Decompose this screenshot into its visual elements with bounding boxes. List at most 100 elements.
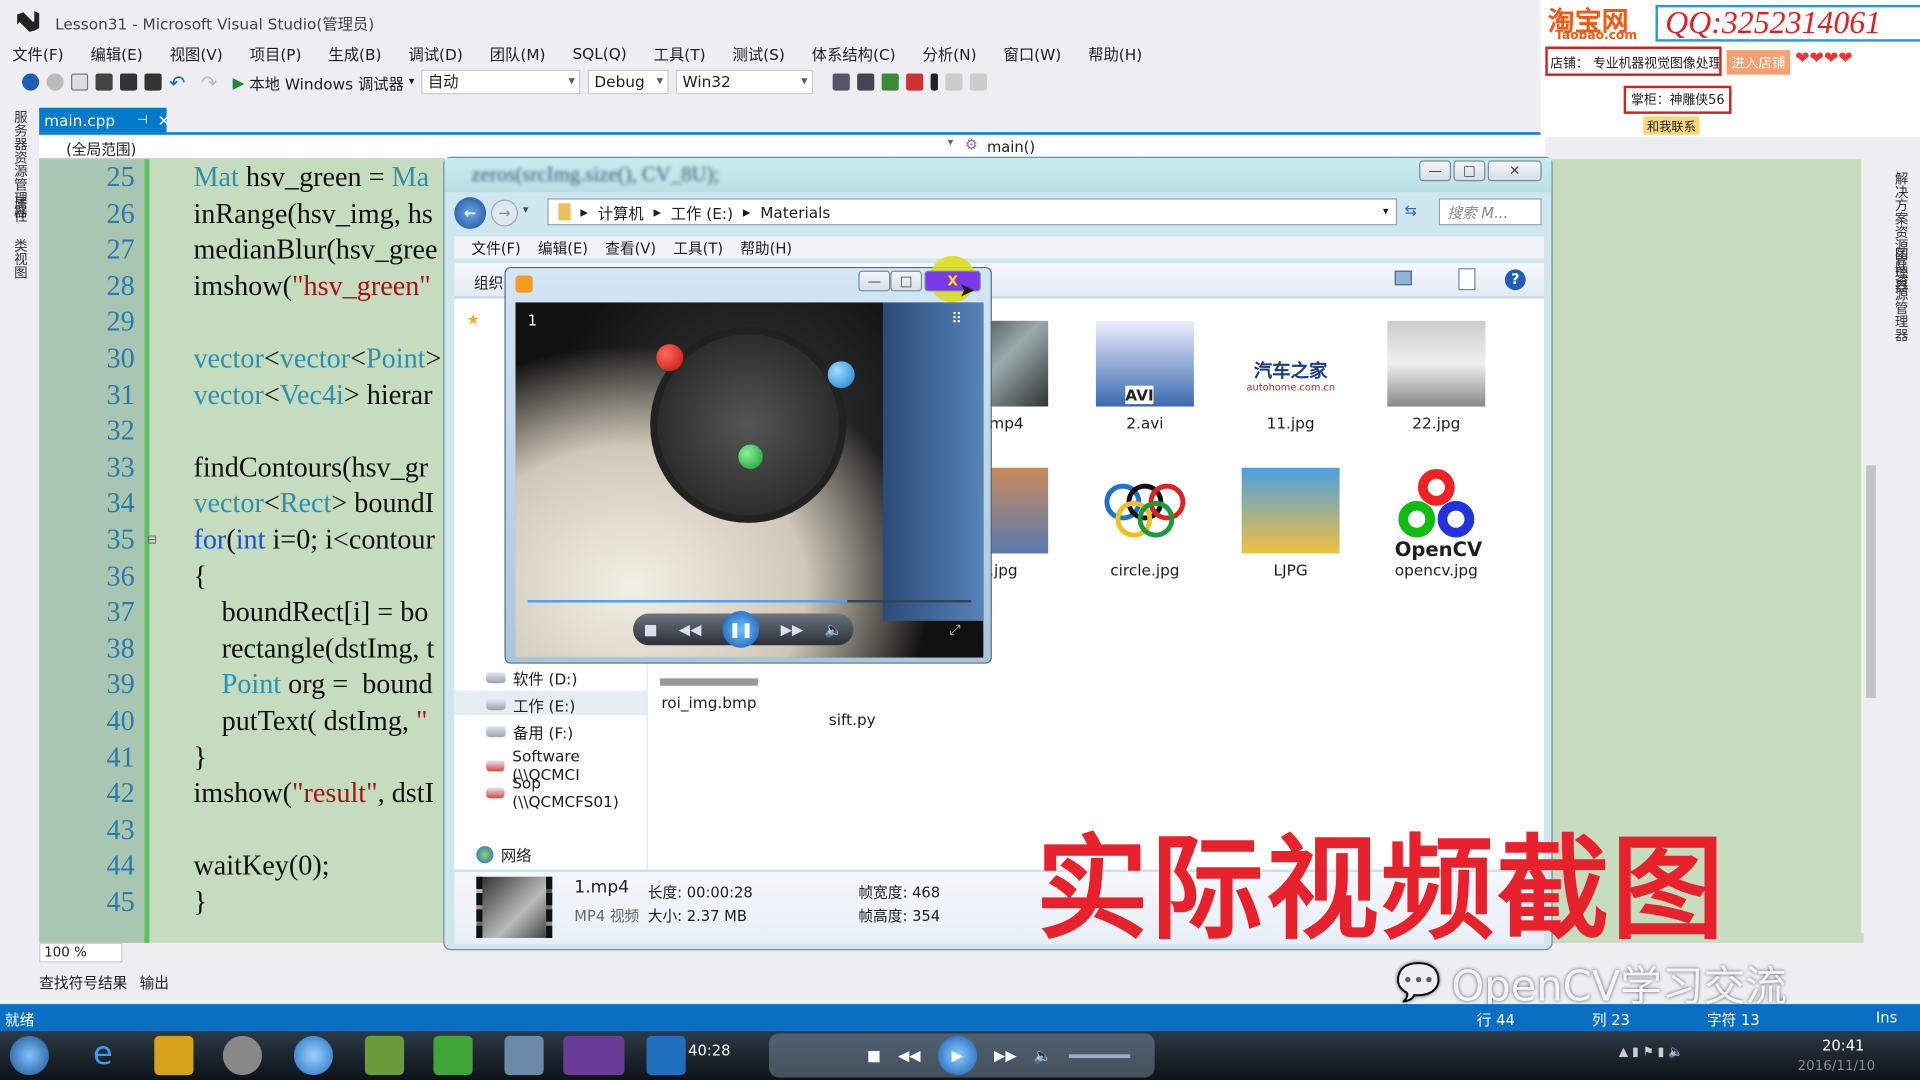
- breadcrumb-arrow-icon[interactable]: ▶: [653, 206, 661, 217]
- clock[interactable]: 20:41: [1822, 1037, 1864, 1054]
- file-item[interactable]: circle.jpg: [1084, 467, 1206, 579]
- code-line[interactable]: for(int i=0; i<contour: [193, 524, 434, 556]
- file-item[interactable]: OpenCV opencv.jpg: [1375, 467, 1497, 579]
- outlook-icon[interactable]: [646, 1035, 686, 1076]
- switch-view-icon[interactable]: ⠿: [951, 310, 962, 327]
- snipping-tool-icon[interactable]: [222, 1035, 263, 1076]
- address-dropdown-icon[interactable]: ▾: [1383, 206, 1389, 218]
- stop-icon[interactable]: ■: [867, 1047, 881, 1064]
- nav-item-drive[interactable]: Sop (\\QCMCFS01): [486, 774, 646, 811]
- bottom-tabs: 查找符号结果 输出: [39, 972, 169, 993]
- code-line[interactable]: imshow("hsv_green": [193, 270, 430, 302]
- search-input[interactable]: 搜索 M...: [1438, 198, 1542, 226]
- code-line[interactable]: waitKey(0);: [193, 850, 329, 882]
- seek-bar[interactable]: [527, 600, 972, 603]
- address-bar[interactable]: ▶ 计算机 ▶ 工作 (E:) ▶ Materials ▾: [547, 198, 1398, 226]
- editor-icon[interactable]: [364, 1035, 405, 1076]
- code-line[interactable]: boundRect[i] = bo: [193, 597, 429, 629]
- code-line[interactable]: }: [193, 887, 207, 919]
- python-icon[interactable]: [504, 1035, 544, 1076]
- code-line[interactable]: }: [193, 742, 207, 774]
- tray-icons[interactable]: ▲ ▮ ⚑ ▮ 🔈: [1619, 1046, 1684, 1059]
- nav-item-drive[interactable]: 软件 (D:): [486, 666, 577, 689]
- video-frame: 1 ⠿ ■ ◀◀ ❚❚ ▶▶ 🔈 ⤢: [515, 302, 984, 658]
- code-line[interactable]: inRange(hsv_img, hs: [193, 198, 432, 230]
- tab-output[interactable]: 输出: [140, 972, 169, 993]
- code-line[interactable]: putText( dstImg, ": [193, 705, 428, 737]
- file-item[interactable]: LJPG: [1229, 467, 1351, 579]
- date[interactable]: 2016/11/10: [1798, 1058, 1876, 1074]
- play-button[interactable]: ▶: [937, 1035, 977, 1076]
- file-item[interactable]: 22.jpg: [1375, 320, 1497, 432]
- code-token: Ma: [391, 161, 430, 193]
- volume-slider[interactable]: [1069, 1053, 1131, 1058]
- zoom-combo[interactable]: 100 %: [39, 942, 123, 963]
- explorer-menu-item[interactable]: 帮助(H): [740, 237, 792, 258]
- editor-scrollbar[interactable]: [1866, 465, 1876, 698]
- history-dropdown-icon[interactable]: ▾: [523, 204, 529, 216]
- fast-forward-icon[interactable]: ▶▶: [781, 621, 804, 638]
- breadcrumb-item[interactable]: 计算机: [598, 200, 644, 223]
- minimize-button[interactable]: —: [1419, 160, 1452, 182]
- file-item[interactable]: 汽车之家 autohome.com.cn 11.jpg: [1229, 320, 1351, 432]
- code-line[interactable]: rectangle(dstImg, t: [193, 633, 435, 665]
- maximize-button[interactable]: □: [1453, 160, 1486, 182]
- track-number: 1: [527, 312, 538, 330]
- code-line[interactable]: vector<Rect> boundI: [193, 488, 434, 520]
- previous-icon[interactable]: ◀◀: [898, 1047, 921, 1064]
- player-maximize-button[interactable]: □: [890, 270, 923, 292]
- code-line[interactable]: vector<Vec4i> hierar: [193, 379, 432, 411]
- explorer-menu-item[interactable]: 查看(V): [605, 237, 656, 258]
- favorites-star-icon[interactable]: ★: [467, 311, 480, 328]
- explorer-menu-item[interactable]: 文件(F): [471, 237, 520, 258]
- volume-icon[interactable]: 🔈: [1034, 1047, 1052, 1064]
- close-button[interactable]: ✕: [1487, 160, 1542, 182]
- breadcrumb-item[interactable]: Materials: [760, 203, 830, 221]
- pause-button[interactable]: ❚❚: [722, 611, 760, 648]
- caption-overlay: 实际视频截图: [1035, 824, 1727, 956]
- next-icon[interactable]: ▶▶: [994, 1047, 1017, 1064]
- breadcrumb-arrow-icon[interactable]: ▶: [743, 206, 751, 217]
- app-icon[interactable]: [154, 1035, 194, 1076]
- back-button[interactable]: ←: [454, 197, 487, 229]
- view-options-icon[interactable]: [1394, 270, 1412, 286]
- collapse-icon[interactable]: ⊟: [147, 534, 157, 547]
- help-icon[interactable]: ?: [1504, 269, 1526, 291]
- explorer-menu-item[interactable]: 工具(T): [673, 237, 723, 258]
- code-token: vector: [279, 342, 351, 374]
- refresh-icon[interactable]: ⇆: [1404, 202, 1416, 219]
- code-line[interactable]: imshow("result", dstI: [193, 778, 433, 810]
- visual-studio-taskbar-icon[interactable]: [563, 1035, 625, 1076]
- fullscreen-icon[interactable]: ⤢: [949, 621, 961, 639]
- code-line[interactable]: medianBlur(hsv_gree: [193, 234, 437, 266]
- nav-item-drive[interactable]: 备用 (F:): [486, 720, 573, 743]
- code-line[interactable]: Mat hsv_green = Ma: [193, 162, 429, 194]
- skype-icon[interactable]: [293, 1035, 334, 1076]
- preview-pane-icon[interactable]: [1458, 268, 1476, 291]
- stop-icon[interactable]: ■: [644, 621, 658, 638]
- code-line[interactable]: {: [193, 560, 207, 592]
- organize-button[interactable]: 组织: [474, 272, 503, 293]
- code-line[interactable]: Point org = bound: [193, 669, 433, 701]
- forward-button[interactable]: →: [491, 199, 518, 227]
- start-button[interactable]: [9, 1035, 49, 1076]
- tab-find-symbol-results[interactable]: 查找符号结果: [39, 972, 127, 993]
- file-item[interactable]: AVI 2.avi: [1084, 320, 1206, 432]
- player-minimize-button[interactable]: —: [858, 270, 891, 292]
- code-line[interactable]: vector<vector<Point>: [193, 343, 441, 375]
- code-token: vector: [193, 342, 264, 374]
- nav-item-network[interactable]: 网络: [476, 842, 531, 865]
- rewind-icon[interactable]: ◀◀: [679, 621, 702, 638]
- ie-icon[interactable]: e: [83, 1036, 122, 1075]
- volume-icon[interactable]: 🔈: [824, 621, 842, 638]
- code-line[interactable]: findContours(hsv_gr: [193, 452, 428, 484]
- enter-shop-button[interactable]: 进入店铺: [1726, 50, 1791, 75]
- qt-icon[interactable]: [433, 1035, 473, 1076]
- explorer-menu-item[interactable]: 编辑(E): [538, 237, 588, 258]
- contact-me-button[interactable]: 和我联系: [1643, 116, 1700, 135]
- code-token: >: [425, 342, 442, 374]
- nav-item-drive[interactable]: 工作 (E:): [486, 693, 575, 716]
- tab-team-explorer[interactable]: 团队资源管理器: [1891, 247, 1911, 341]
- breadcrumb-item[interactable]: 工作 (E:): [671, 200, 733, 223]
- breadcrumb-arrow-icon[interactable]: ▶: [580, 206, 588, 217]
